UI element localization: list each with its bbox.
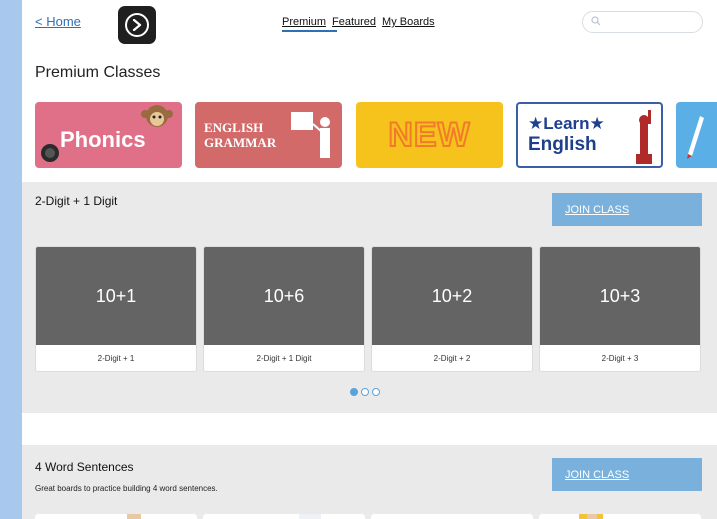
board-card[interactable]: 10+6 2-Digit + 1 Digit — [203, 246, 365, 372]
board-card[interactable]: 10+3 2-Digit + 3 — [539, 246, 701, 372]
board-label: 2-Digit + 3 — [601, 354, 639, 363]
home-link[interactable]: < Home — [35, 14, 81, 29]
banner-grammar-text: ENGLISH GRAMMAR — [204, 120, 277, 150]
banner-phonics-text: Phonics — [60, 127, 146, 152]
banner-english-grammar[interactable]: ENGLISH GRAMMAR — [195, 102, 342, 168]
banner-new-text: NEW — [387, 115, 471, 155]
board-cards — [35, 514, 717, 519]
nav-premium[interactable]: Premium — [282, 16, 326, 28]
board-card[interactable] — [35, 514, 197, 519]
monkey-icon — [141, 105, 173, 127]
search-icon — [591, 13, 601, 31]
board-thumbnail: 10+2 — [372, 247, 532, 345]
class-title: 4 Word Sentences — [35, 460, 134, 474]
banner-learn-line2: English — [528, 134, 597, 155]
class-title: 2-Digit + 1 Digit — [35, 194, 118, 208]
page-dot-1[interactable] — [350, 388, 358, 396]
teacher-board-icon — [291, 112, 330, 158]
class-section-2-digit: 2-Digit + 1 Digit JOIN CLASS 10+1 2-Digi… — [22, 182, 717, 413]
board-cards: 10+1 2-Digit + 1 10+6 2-Digit + 1 Digit … — [35, 246, 717, 372]
nav-featured[interactable]: Featured — [332, 16, 376, 28]
premium-banners: Phonics ENGLISH GRAMMAR NEW ★Learn★ Engl… — [35, 102, 717, 168]
board-card[interactable] — [371, 514, 533, 519]
headphones-icon — [41, 144, 59, 162]
page-title: Premium Classes — [35, 64, 161, 81]
banner-learn-english[interactable]: ★Learn★ English — [516, 102, 663, 168]
board-card[interactable] — [539, 514, 701, 519]
banner-new[interactable]: NEW — [356, 102, 503, 168]
board-thumbnail — [127, 514, 141, 519]
active-tab-indicator — [282, 30, 337, 32]
board-thumbnail: 10+1 — [36, 247, 196, 345]
board-thumbnail: 10+3 — [540, 247, 700, 345]
pagination-dots — [350, 388, 380, 396]
banner-phonics[interactable]: Phonics — [35, 102, 182, 168]
nav-my-boards[interactable]: My Boards — [382, 16, 435, 28]
banner-learn-line1: ★Learn★ — [528, 114, 605, 133]
board-label: 2-Digit + 1 — [97, 354, 135, 363]
top-nav: Premium Featured My Boards — [282, 16, 435, 28]
join-class-button[interactable]: JOIN CLASS — [552, 193, 702, 226]
statue-of-liberty-icon — [636, 110, 652, 164]
search-input[interactable] — [582, 11, 703, 33]
page-dot-3[interactable] — [372, 388, 380, 396]
banner-partial[interactable] — [676, 102, 717, 168]
board-thumbnail — [299, 514, 321, 519]
board-label: 2-Digit + 1 Digit — [256, 354, 312, 363]
page-dot-2[interactable] — [361, 388, 369, 396]
pencil-icon — [687, 116, 704, 159]
forward-button[interactable] — [118, 6, 156, 44]
class-description: Great boards to practice building 4 word… — [35, 484, 218, 493]
board-card[interactable]: 10+1 2-Digit + 1 — [35, 246, 197, 372]
board-card[interactable] — [203, 514, 365, 519]
board-label: 2-Digit + 2 — [433, 354, 471, 363]
class-section-4-word-sentences: 4 Word Sentences Great boards to practic… — [22, 445, 717, 519]
join-class-button[interactable]: JOIN CLASS — [552, 458, 702, 491]
board-thumbnail: 10+6 — [204, 247, 364, 345]
chevron-right-icon — [125, 13, 149, 37]
app-screen: < Home Premium Featured My Boards Premiu… — [22, 0, 717, 519]
board-thumbnail — [587, 514, 597, 519]
board-card[interactable]: 10+2 2-Digit + 2 — [371, 246, 533, 372]
